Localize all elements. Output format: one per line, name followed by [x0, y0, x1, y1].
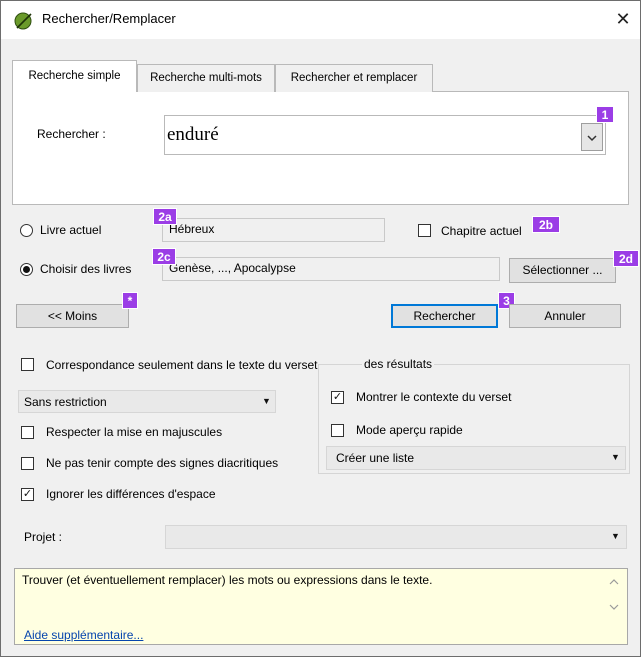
scroll-up-icon — [609, 579, 619, 585]
output-value: Créer une liste — [336, 451, 415, 465]
search-input[interactable]: enduré — [167, 124, 219, 146]
less-button[interactable]: << Moins — [16, 304, 129, 328]
ignore-diacritics-label: Ne pas tenir compte des signes diacritiq… — [46, 456, 279, 470]
choose-books-field: Genèse, ..., Apocalypse — [162, 257, 500, 281]
output-dropdown-arrow-icon: ▼ — [611, 452, 620, 462]
current-chapter-label: Chapitre actuel — [441, 224, 522, 238]
close-icon[interactable]: ✕ — [611, 7, 635, 31]
cancel-button[interactable]: Annuler — [509, 304, 621, 328]
project-dropdown-arrow-icon: ▼ — [611, 531, 620, 541]
chevron-down-icon — [587, 135, 597, 142]
tab-rechercher-et-remplacer[interactable]: Rechercher et remplacer — [275, 64, 433, 92]
current-book-label: Livre actuel — [40, 223, 102, 237]
badge-1: 1 — [596, 106, 614, 123]
project-label: Projet : — [24, 530, 63, 544]
show-context-label: Montrer le contexte du verset — [356, 390, 512, 404]
ignore-space-label: Ignorer les différences d'espace — [46, 487, 216, 501]
match-case-checkbox[interactable] — [21, 426, 34, 439]
badge-2c: 2c — [152, 248, 176, 265]
app-icon — [14, 12, 34, 30]
results-group-label: des résultats — [362, 357, 435, 371]
badge-2b: 2b — [532, 216, 560, 233]
verse-text-only-checkbox[interactable] — [21, 358, 34, 371]
search-label: Rechercher : — [37, 127, 106, 141]
window-title: Rechercher/Remplacer — [42, 11, 176, 26]
search-combobox[interactable] — [164, 115, 606, 155]
tab-recherche-multi-mots[interactable]: Recherche multi-mots — [137, 64, 275, 92]
tab-recherche-simple[interactable]: Recherche simple — [12, 60, 137, 92]
search-button[interactable]: Rechercher — [391, 304, 498, 328]
ignore-diacritics-checkbox[interactable] — [21, 457, 34, 470]
current-book-radio[interactable] — [20, 224, 33, 237]
choose-books-label: Choisir des livres — [40, 262, 132, 276]
search-dropdown-button[interactable] — [581, 123, 603, 151]
restriction-dropdown-arrow-icon: ▼ — [262, 396, 271, 406]
badge-2a: 2a — [153, 208, 177, 225]
badge-star: * — [122, 292, 138, 309]
restriction-value: Sans restriction — [24, 395, 107, 409]
project-dropdown[interactable] — [165, 525, 627, 549]
help-scrollbar[interactable] — [603, 570, 625, 643]
quick-preview-checkbox[interactable] — [331, 424, 344, 437]
verse-text-only-label: Correspondance seulement dans le texte d… — [46, 358, 318, 372]
match-case-label: Respecter la mise en majuscules — [46, 425, 223, 439]
badge-2d: 2d — [613, 250, 639, 267]
current-book-field: Hébreux — [162, 218, 385, 242]
select-books-button[interactable]: Sélectionner ... — [509, 258, 616, 283]
help-link[interactable]: Aide supplémentaire... — [24, 628, 143, 642]
help-text: Trouver (et éventuellement remplacer) le… — [22, 573, 433, 587]
current-chapter-checkbox[interactable] — [418, 224, 431, 237]
ignore-space-checkbox[interactable]: ✓ — [21, 488, 34, 501]
show-context-checkbox[interactable]: ✓ — [331, 391, 344, 404]
scroll-down-icon — [609, 604, 619, 610]
choose-books-radio[interactable] — [20, 263, 33, 276]
quick-preview-label: Mode aperçu rapide — [356, 423, 463, 437]
